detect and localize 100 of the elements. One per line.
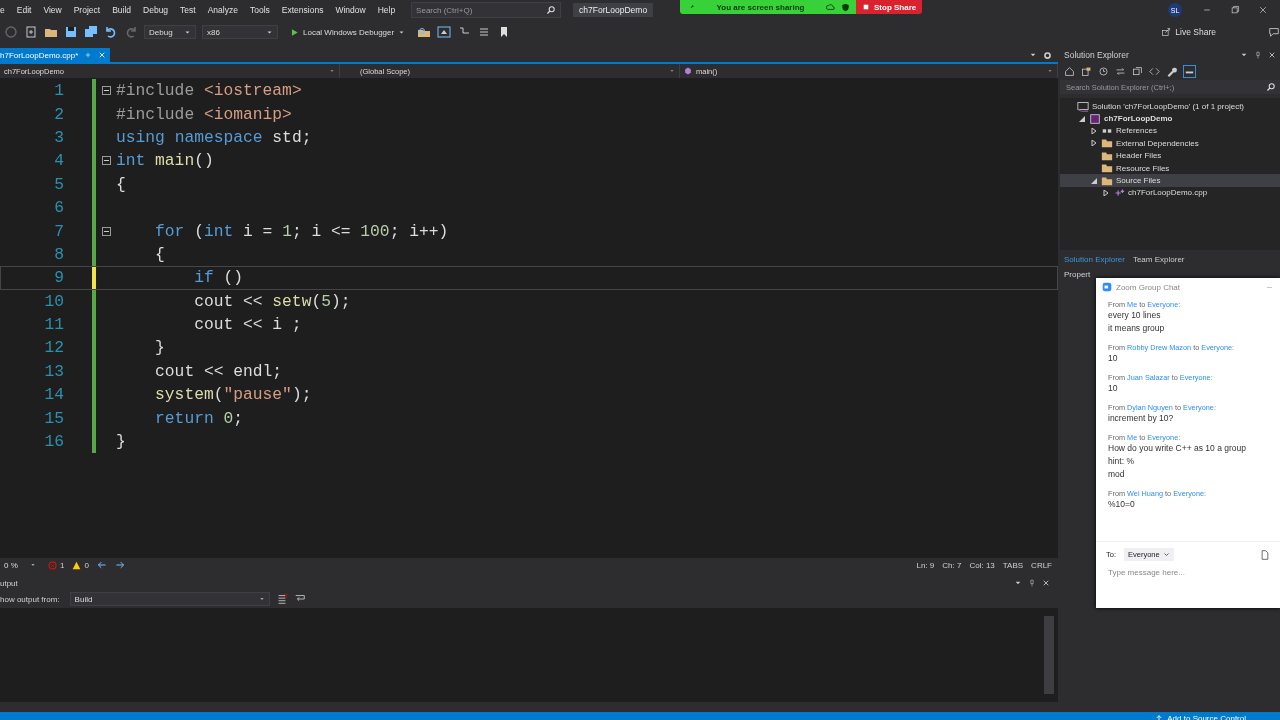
menu-item[interactable]: Project bbox=[67, 5, 107, 15]
menu-item[interactable]: Edit bbox=[10, 5, 38, 15]
search-input[interactable]: Search (Ctrl+Q) bbox=[416, 5, 547, 15]
menu-item[interactable]: Help bbox=[371, 5, 402, 15]
line-number: 4 bbox=[53, 151, 64, 171]
collapse-all-icon[interactable] bbox=[1132, 65, 1143, 77]
code-icon[interactable] bbox=[1149, 65, 1160, 77]
code-line: cout << i ; bbox=[193, 315, 302, 335]
expanded-arrow-icon[interactable] bbox=[1091, 177, 1097, 184]
chat-title: Zoom Group Chat bbox=[1116, 282, 1181, 292]
line-number: 10 bbox=[43, 291, 64, 311]
menu-item[interactable]: Test bbox=[174, 5, 202, 15]
panel-tab[interactable]: Team Explorer bbox=[1128, 252, 1189, 266]
menu-item[interactable]: Analyze bbox=[201, 5, 244, 15]
back-arrow-icon[interactable] bbox=[96, 560, 107, 570]
source-control-button[interactable]: Add to Source Control bbox=[1149, 712, 1252, 720]
project-icon bbox=[1089, 112, 1101, 125]
tree-item[interactable]: External Dependencies bbox=[1060, 137, 1280, 150]
redo-icon[interactable] bbox=[124, 25, 138, 39]
close-icon bbox=[98, 51, 107, 59]
save-icon[interactable] bbox=[64, 25, 78, 39]
tree-item[interactable]: ch7ForLoopDemo bbox=[1060, 112, 1280, 125]
collapse-icon[interactable] bbox=[101, 86, 111, 96]
run-button[interactable]: Local Windows Debugger bbox=[284, 26, 412, 38]
caret-icon bbox=[258, 596, 265, 602]
new-item-icon[interactable] bbox=[24, 25, 38, 39]
panel-tab[interactable]: Solution Explorer bbox=[1060, 252, 1129, 266]
feedback-icon[interactable] bbox=[1268, 26, 1280, 38]
message-text: mod bbox=[1108, 468, 1126, 481]
caret-icon bbox=[30, 562, 36, 568]
char-position: Ch: 7 bbox=[942, 560, 962, 570]
warning-count[interactable]: 0 bbox=[72, 560, 89, 570]
platform-dropdown[interactable]: x86 bbox=[202, 25, 278, 39]
close-icon[interactable] bbox=[1042, 579, 1050, 587]
line-number: 12 bbox=[43, 338, 64, 358]
settings-icon[interactable] bbox=[1043, 50, 1052, 60]
restore-icon[interactable] bbox=[1230, 5, 1240, 15]
menu-item[interactable]: e bbox=[0, 5, 11, 15]
collapse-icon[interactable] bbox=[101, 156, 111, 166]
line-number: 1 bbox=[53, 81, 64, 101]
menu-item[interactable]: Build bbox=[106, 5, 138, 15]
caret-icon[interactable] bbox=[1240, 51, 1248, 59]
scrollbar[interactable] bbox=[1044, 616, 1054, 694]
search-field[interactable]: Search (Ctrl+Q) bbox=[411, 2, 562, 18]
cloud-icon bbox=[826, 2, 835, 12]
save-all-icon[interactable] bbox=[84, 25, 98, 39]
collapsed-arrow-icon[interactable] bbox=[1103, 189, 1109, 196]
menu-item[interactable]: Window bbox=[329, 5, 372, 15]
play-icon bbox=[290, 27, 299, 37]
line-position: Ln: 9 bbox=[916, 560, 935, 570]
tree-item[interactable]: References bbox=[1060, 124, 1280, 138]
configuration-dropdown[interactable]: Debug bbox=[144, 25, 196, 39]
file-icon[interactable] bbox=[1260, 549, 1270, 560]
code-line: { bbox=[154, 244, 165, 264]
share-icon bbox=[1161, 27, 1172, 37]
message-text: every 10 lines bbox=[1108, 309, 1162, 322]
chat-app-icon bbox=[1102, 282, 1112, 292]
caret-icon[interactable] bbox=[1014, 579, 1022, 587]
sync-icon[interactable] bbox=[1115, 65, 1126, 77]
upload-icon bbox=[1155, 714, 1164, 720]
caret-icon[interactable] bbox=[1029, 51, 1037, 59]
menu-item[interactable]: Debug bbox=[137, 5, 175, 15]
code-line: return 0; bbox=[154, 408, 244, 428]
message-text: increment by 10? bbox=[1108, 412, 1175, 425]
menu-item[interactable]: View bbox=[37, 5, 68, 15]
stop-share-button[interactable]: Stop Share bbox=[856, 0, 923, 14]
close-icon[interactable] bbox=[1258, 5, 1268, 15]
switch-views-icon[interactable] bbox=[1081, 65, 1092, 77]
line-number: 11 bbox=[43, 315, 64, 335]
code-line: using namespace std; bbox=[116, 127, 312, 147]
tree-item[interactable]: Resource Files bbox=[1060, 161, 1280, 175]
tree-item[interactable]: ch7ForLoopDemo.cpp bbox=[1060, 186, 1280, 200]
indent-mode: TABS bbox=[1002, 560, 1024, 570]
undo-icon[interactable] bbox=[104, 25, 118, 39]
browse-icon[interactable] bbox=[417, 25, 432, 39]
caret-icon bbox=[669, 68, 675, 74]
editor-tab[interactable]: h7ForLoopDemo.cpp* bbox=[0, 48, 111, 62]
line-number: 6 bbox=[53, 198, 64, 218]
wrench-icon[interactable] bbox=[1166, 65, 1177, 77]
tree-item[interactable]: Solution 'ch7ForLoopDemo' (1 of 1 project) bbox=[1060, 100, 1280, 113]
history-icon[interactable] bbox=[1098, 65, 1109, 77]
close-icon[interactable] bbox=[1268, 51, 1276, 59]
search-icon bbox=[1266, 82, 1276, 92]
menu-item[interactable]: Tools bbox=[243, 5, 276, 15]
expanded-arrow-icon[interactable] bbox=[1079, 115, 1085, 122]
output-source-dropdown[interactable]: Build bbox=[69, 592, 270, 606]
zoom-dropdown[interactable]: 0 % bbox=[0, 558, 40, 572]
code-line: } bbox=[154, 338, 165, 358]
live-share-button[interactable]: Live Share bbox=[1155, 26, 1222, 38]
window-title: ch7ForLoopDemo bbox=[573, 3, 654, 17]
error-count[interactable]: 1 bbox=[48, 560, 65, 570]
line-number: 14 bbox=[43, 385, 64, 405]
menu-item[interactable]: Extensions bbox=[275, 5, 330, 15]
preview-icon[interactable] bbox=[1183, 64, 1196, 78]
tree-item[interactable]: Header Files bbox=[1060, 149, 1280, 162]
collapse-icon[interactable] bbox=[101, 226, 111, 236]
code-line: #include <iostream> bbox=[116, 81, 302, 101]
line-number: 3 bbox=[53, 127, 64, 147]
forward-arrow-icon[interactable] bbox=[114, 560, 125, 570]
tree-item[interactable]: Source Files bbox=[1060, 174, 1280, 187]
